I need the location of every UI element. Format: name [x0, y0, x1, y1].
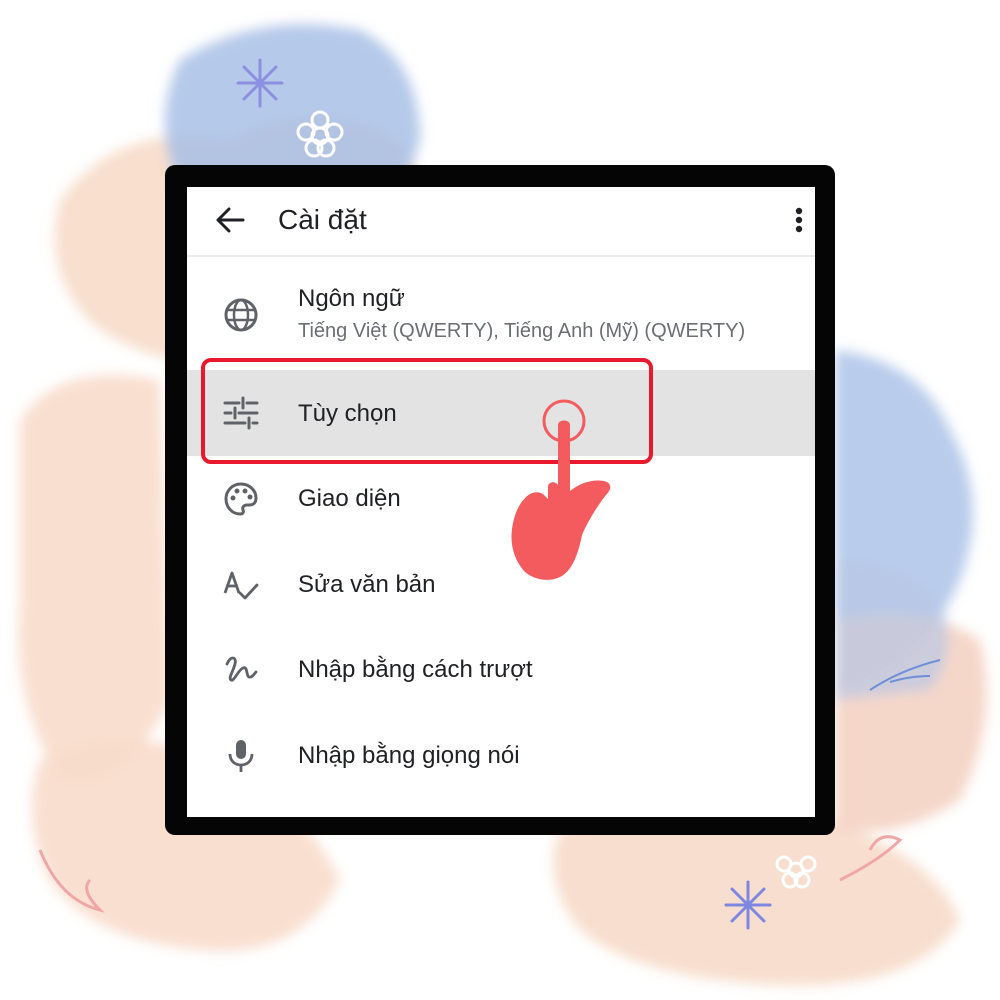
gesture-icon — [225, 656, 258, 682]
star-icon — [724, 880, 772, 930]
more-vert-icon[interactable] — [787, 197, 811, 243]
settings-item-label: Nhập bằng cách trượt — [298, 656, 533, 683]
palette-icon — [224, 482, 258, 516]
pointing-hand-icon — [511, 399, 611, 580]
app-bar: Cài đặt — [187, 187, 815, 257]
settings-item-label: Sửa văn bản — [298, 571, 436, 598]
back-arrow-icon[interactable] — [213, 197, 249, 243]
star-icon — [236, 58, 284, 108]
settings-item-label: Nhập bằng giọng nói — [298, 742, 520, 769]
text-check-icon — [223, 571, 259, 600]
globe-icon — [224, 298, 258, 332]
settings-item-label: Giao diện — [298, 485, 401, 512]
settings-item-voice-typing[interactable]: Nhập bằng giọng nói — [187, 714, 815, 800]
mic-icon — [228, 740, 254, 772]
page-title: Cài đặt — [278, 204, 367, 235]
settings-item-sub: Tiếng Việt (QWERTY), Tiếng Anh (Mỹ) (QWE… — [298, 320, 746, 342]
settings-item-label: Ngôn ngữ — [298, 285, 405, 312]
settings-item-language[interactable]: Ngôn ngữ Tiếng Việt (QWERTY), Tiếng Anh … — [187, 267, 815, 363]
settings-item-glide-typing[interactable]: Nhập bằng cách trượt — [187, 628, 815, 714]
